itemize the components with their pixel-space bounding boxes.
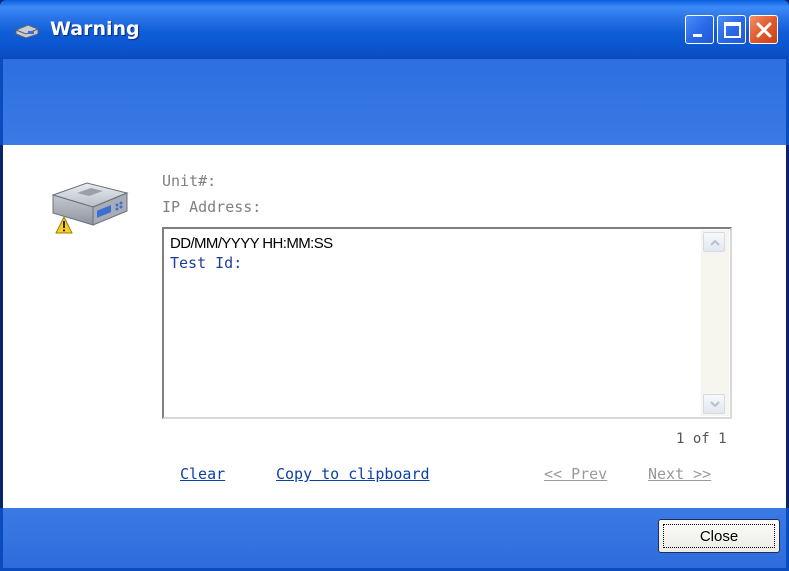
device-warning-icon: [47, 173, 131, 239]
clear-link[interactable]: Clear: [180, 465, 225, 483]
chevron-down-icon: [710, 401, 720, 408]
window-title: Warning: [50, 18, 140, 40]
message-text: DD/MM/YYYY HH:MM:SS Test Id:: [170, 235, 333, 272]
footer-bar: Close: [0, 508, 789, 571]
next-link[interactable]: Next >>: [648, 465, 711, 483]
header-band: [0, 59, 789, 145]
scroll-down-button[interactable]: [703, 394, 725, 414]
message-timestamp: DD/MM/YYYY HH:MM:SS: [170, 235, 333, 252]
prev-link[interactable]: << Prev: [544, 465, 607, 483]
minimize-button[interactable]: [685, 15, 714, 44]
close-window-button[interactable]: [749, 15, 778, 44]
maximize-icon: [724, 22, 741, 38]
focus-ring: [663, 524, 775, 548]
minimize-icon: [693, 34, 702, 37]
chevron-up-icon: [710, 239, 720, 246]
page-indicator: 1 of 1: [676, 431, 727, 447]
ip-address-label: IP Address:: [162, 198, 262, 216]
unit-label: Unit#:: [162, 172, 217, 190]
scroll-up-button[interactable]: [703, 232, 725, 252]
copy-to-clipboard-link[interactable]: Copy to clipboard: [276, 465, 430, 483]
close-button[interactable]: Close: [658, 519, 780, 553]
vertical-scrollbar[interactable]: [701, 230, 729, 416]
test-id-label: Test Id:: [170, 254, 243, 272]
warning-window: Warning Unit#: IP Address: DD/MM/YYYY HH…: [0, 0, 789, 571]
warning-content: Unit#: IP Address: DD/MM/YYYY HH:MM:SS T…: [3, 145, 786, 508]
message-textbox[interactable]: DD/MM/YYYY HH:MM:SS Test Id:: [162, 227, 732, 419]
maximize-button[interactable]: [717, 15, 746, 44]
close-icon: [756, 22, 772, 38]
title-bar[interactable]: Warning: [0, 0, 789, 59]
device-icon: [14, 22, 40, 40]
